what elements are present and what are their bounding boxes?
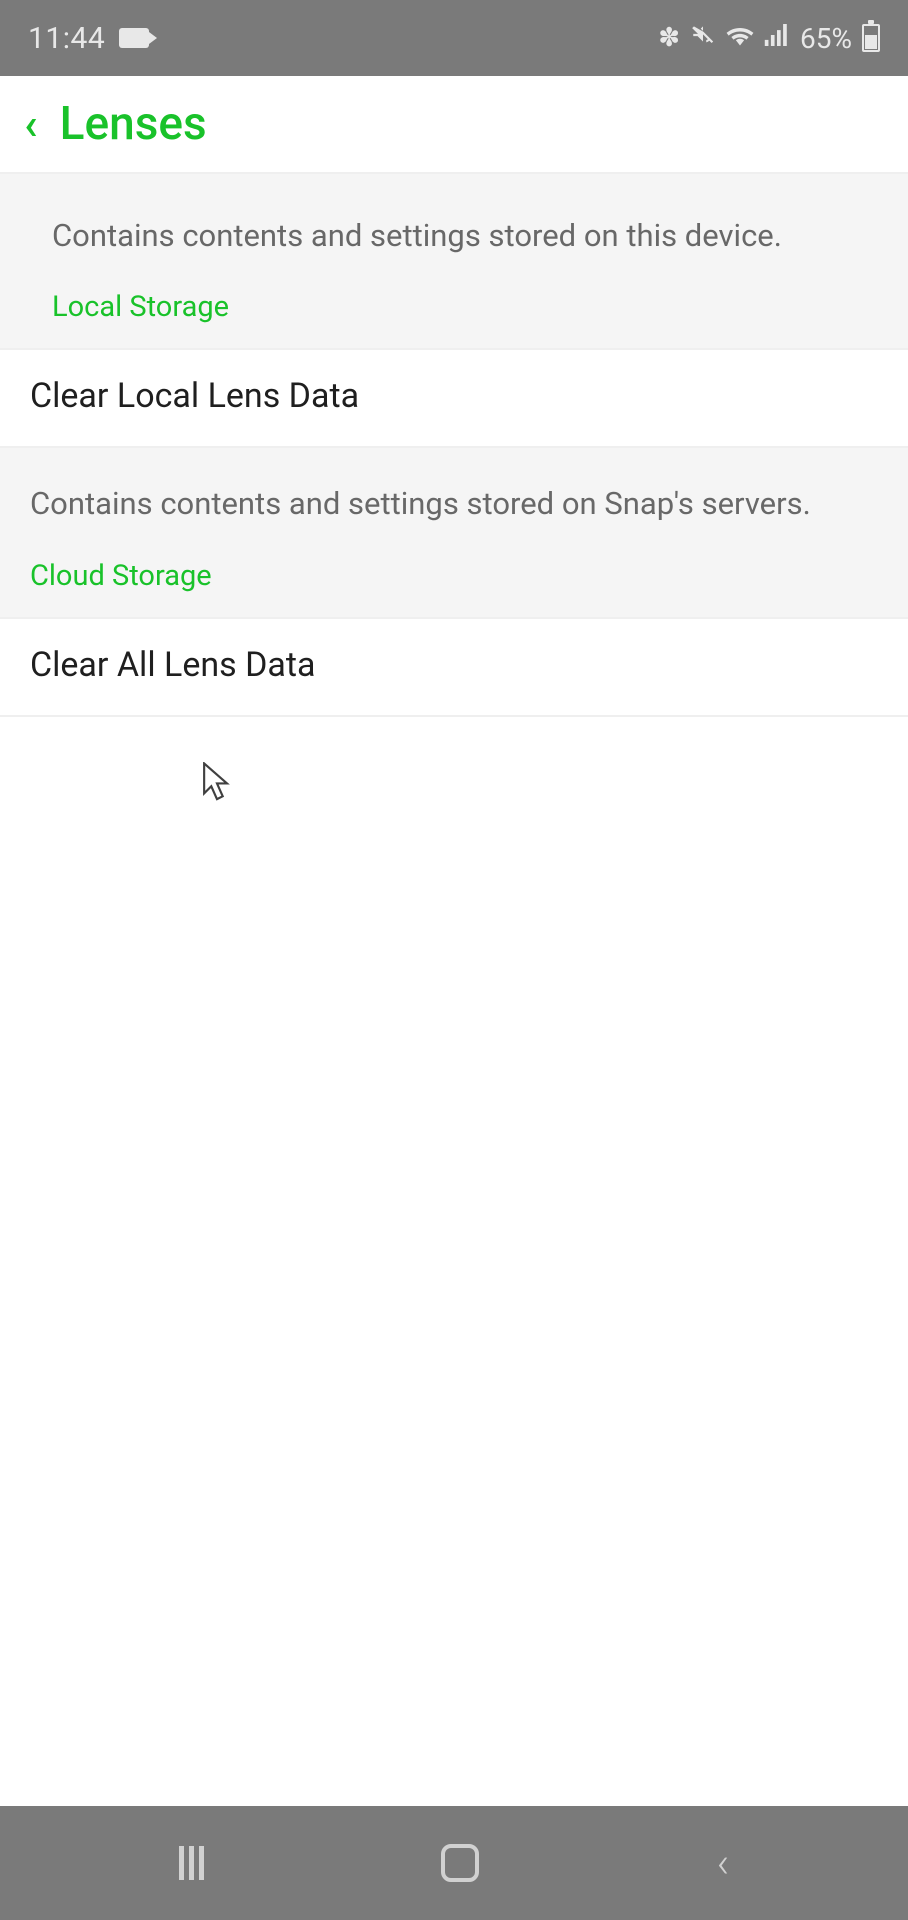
camera-icon: [119, 28, 149, 48]
clear-local-lens-data-button[interactable]: Clear Local Lens Data: [0, 350, 908, 448]
status-bar: 11:44 ✽ 65%: [0, 0, 908, 76]
page-title: Lenses: [60, 97, 207, 151]
clear-all-lens-data-button[interactable]: Clear All Lens Data: [0, 619, 908, 717]
mute-icon: [690, 22, 716, 55]
action-label: Clear Local Lens Data: [30, 376, 878, 416]
section-description: Contains contents and settings stored on…: [30, 484, 878, 524]
wifi-icon: [726, 23, 754, 53]
section-header-local: Contains contents and settings stored on…: [0, 174, 908, 350]
section-description: Contains contents and settings stored on…: [52, 216, 878, 256]
system-nav-bar: ‹: [0, 1806, 908, 1920]
status-time: 11:44: [28, 21, 105, 56]
section-header-cloud: Contains contents and settings stored on…: [0, 448, 908, 618]
home-button[interactable]: [441, 1844, 479, 1882]
section-label: Local Storage: [52, 290, 878, 324]
signal-icon: [764, 24, 790, 52]
battery-percent: 65%: [800, 22, 852, 55]
status-right: ✽ 65%: [658, 22, 880, 55]
action-label: Clear All Lens Data: [30, 645, 878, 685]
section-label: Cloud Storage: [30, 559, 878, 593]
battery-icon: [862, 24, 880, 52]
main-content: Contains contents and settings stored on…: [0, 174, 908, 1806]
back-icon[interactable]: ‹: [24, 102, 38, 146]
back-button[interactable]: ‹: [717, 1839, 730, 1888]
recents-button[interactable]: [179, 1846, 204, 1880]
bluetooth-icon: ✽: [658, 23, 680, 53]
page-header: ‹ Lenses: [0, 76, 908, 174]
status-left: 11:44: [28, 21, 149, 56]
